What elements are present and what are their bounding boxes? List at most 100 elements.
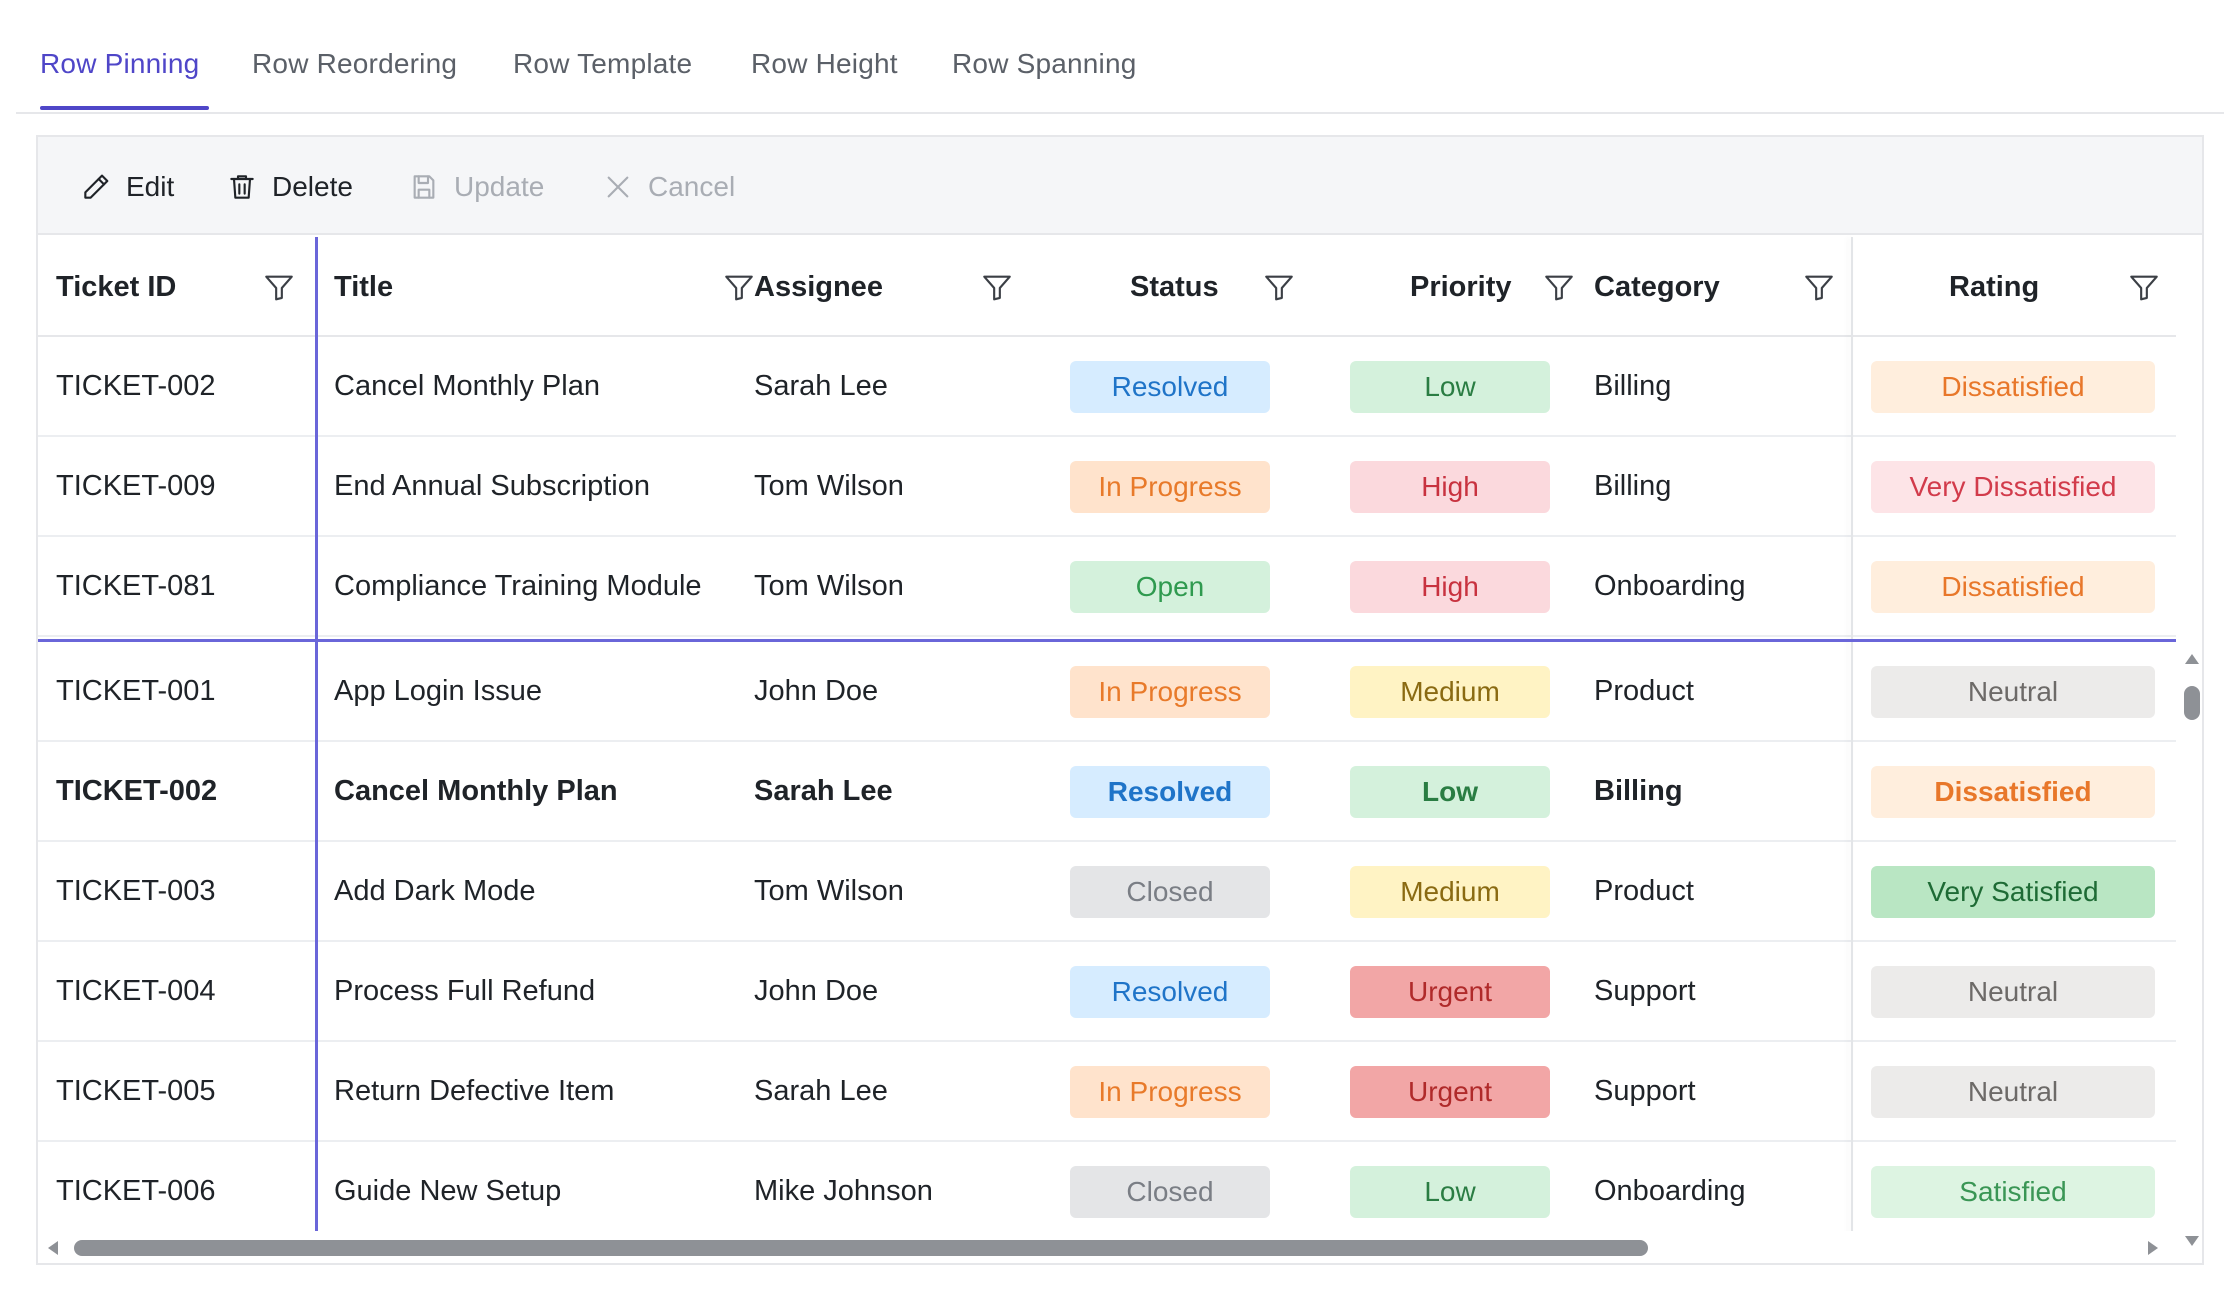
cell-title-text: Process Full Refund (334, 975, 596, 1007)
pinned-row[interactable]: TICKET-002 Cancel Monthly Plan Sarah Lee Re… (38, 337, 2176, 437)
scroll-right-icon[interactable] (2148, 1241, 2158, 1255)
data-grid: Edit Delete Update Cancel Ticket ID Titl… (36, 135, 2204, 1265)
scroll-left-icon[interactable] (48, 1241, 58, 1255)
table-row[interactable]: TICKET-005 Return Defective Item Sarah Lee… (38, 1042, 2176, 1142)
frozen-column-divider (1851, 237, 1853, 1245)
cell-assignee-text: Mike Johnson (754, 1175, 933, 1207)
priority-badge: Urgent (1350, 1066, 1550, 1118)
delete-button[interactable]: Delete (226, 167, 353, 207)
cell-assignee-text: Sarah Lee (754, 775, 893, 807)
pinned-row[interactable]: TICKET-009 End Annual Subscription Tom Wil… (38, 437, 2176, 537)
cell-ticket-id-text: TICKET-002 (56, 370, 216, 402)
grid-header: Ticket ID Title Assignee Status Priority… (38, 237, 2176, 337)
header-assignee[interactable]: Assignee (738, 237, 1018, 337)
header-title[interactable]: Title (318, 237, 753, 337)
tab-row-pinning[interactable]: Row Pinning (40, 48, 199, 80)
cell-category-text: Billing (1594, 470, 1672, 502)
cell-assignee-text: John Doe (754, 975, 879, 1007)
active-tab-indicator (40, 106, 209, 110)
filter-icon[interactable] (980, 271, 1014, 305)
priority-badge: Urgent (1350, 966, 1550, 1018)
header-ticket-id[interactable]: Ticket ID (38, 237, 315, 337)
status-badge: In Progress (1070, 666, 1270, 718)
header-status[interactable]: Status (1018, 237, 1298, 337)
vertical-scrollbar[interactable] (2176, 642, 2202, 1252)
filter-icon[interactable] (2127, 271, 2161, 305)
cell-ticket-id-text: TICKET-006 (56, 1175, 216, 1207)
rating-badge: Neutral (1871, 1066, 2155, 1118)
filter-icon[interactable] (1262, 271, 1296, 305)
cell-title-text: Add Dark Mode (334, 875, 536, 907)
scroll-up-icon[interactable] (2185, 654, 2199, 664)
cell-category-text: Support (1594, 1075, 1696, 1107)
priority-badge: Low (1350, 361, 1550, 413)
cell-category-text: Onboarding (1594, 1175, 1746, 1207)
rating-badge: Very Satisfied (1871, 866, 2155, 918)
cell-category-text: Support (1594, 975, 1696, 1007)
cell-title-text: Compliance Training Module (334, 570, 702, 602)
pencil-icon (84, 174, 109, 199)
cell-title-text: App Login Issue (334, 675, 542, 707)
frozen-column-separator (315, 237, 318, 639)
tab-bar: Row Pinning Row Reordering Row Template … (16, 0, 2224, 114)
cell-assignee-text: Tom Wilson (754, 470, 904, 502)
status-badge: Resolved (1070, 966, 1270, 1018)
rating-badge: Satisfied (1871, 1166, 2155, 1218)
scroll-down-icon[interactable] (2185, 1236, 2199, 1246)
save-icon (413, 175, 435, 199)
header-rating[interactable]: Rating (1853, 237, 2176, 337)
filter-icon[interactable] (1802, 271, 1836, 305)
rating-badge: Neutral (1871, 966, 2155, 1018)
tab-row-template[interactable]: Row Template (513, 48, 692, 80)
status-badge: In Progress (1070, 1066, 1270, 1118)
rating-badge: Neutral (1871, 666, 2155, 718)
priority-badge: Medium (1350, 666, 1550, 718)
cell-assignee-text: Tom Wilson (754, 570, 904, 602)
edit-button[interactable]: Edit (80, 167, 174, 207)
header-category[interactable]: Category (1578, 237, 1851, 337)
filter-icon[interactable] (262, 271, 296, 305)
header-priority-label: Priority (1410, 271, 1512, 303)
tab-row-height[interactable]: Row Height (751, 48, 898, 80)
frozen-column-separator (315, 642, 318, 1231)
cell-title-text: Cancel Monthly Plan (334, 370, 600, 402)
cell-title-text: End Annual Subscription (334, 470, 650, 502)
cancel-button[interactable]: Cancel (602, 167, 735, 207)
cell-assignee-text: Tom Wilson (754, 875, 904, 907)
header-category-label: Category (1594, 271, 1720, 303)
cell-ticket-id-text: TICKET-001 (56, 675, 216, 707)
horizontal-scroll-thumb[interactable] (74, 1240, 1648, 1256)
cell-category-text: Product (1594, 875, 1694, 907)
cell-ticket-id-text: TICKET-081 (56, 570, 216, 602)
cell-title-text: Guide New Setup (334, 1175, 562, 1207)
cell-assignee-text: John Doe (754, 675, 879, 707)
header-priority[interactable]: Priority (1298, 237, 1578, 337)
table-row[interactable]: TICKET-006 Guide New Setup Mike Johnson Clo… (38, 1142, 2176, 1242)
cancel-label: Cancel (648, 171, 736, 202)
tab-row-reordering[interactable]: Row Reordering (252, 48, 457, 80)
cell-title-text: Return Defective Item (334, 1075, 615, 1107)
cell-assignee-text: Sarah Lee (754, 1075, 888, 1107)
tab-row-spanning[interactable]: Row Spanning (952, 48, 1137, 80)
horizontal-scrollbar[interactable] (38, 1231, 2176, 1263)
pinned-row[interactable]: TICKET-081 Compliance Training Module Tom … (38, 537, 2176, 637)
filter-icon[interactable] (1542, 271, 1576, 305)
header-status-label: Status (1130, 271, 1219, 303)
cell-ticket-id-text: TICKET-005 (56, 1075, 216, 1107)
status-badge: In Progress (1070, 461, 1270, 513)
cell-ticket-id-text: TICKET-004 (56, 975, 216, 1007)
rating-badge: Dissatisfied (1871, 361, 2155, 413)
vertical-scroll-thumb[interactable] (2184, 686, 2200, 720)
table-row[interactable]: TICKET-001 App Login Issue John Doe In Prog… (38, 642, 2176, 742)
update-button[interactable]: Update (408, 167, 544, 207)
priority-badge: High (1350, 461, 1550, 513)
cell-ticket-id-text: TICKET-003 (56, 875, 216, 907)
table-row[interactable]: TICKET-002 Cancel Monthly Plan Sarah Lee Re… (38, 742, 2176, 842)
status-badge: Resolved (1070, 766, 1270, 818)
priority-badge: Medium (1350, 866, 1550, 918)
status-badge: Resolved (1070, 361, 1270, 413)
table-row[interactable]: TICKET-004 Process Full Refund John Doe Res… (38, 942, 2176, 1042)
table-row[interactable]: TICKET-003 Add Dark Mode Tom Wilson Closed M… (38, 842, 2176, 942)
grid-toolbar: Edit Delete Update Cancel (38, 137, 2202, 235)
priority-badge: Low (1350, 766, 1550, 818)
